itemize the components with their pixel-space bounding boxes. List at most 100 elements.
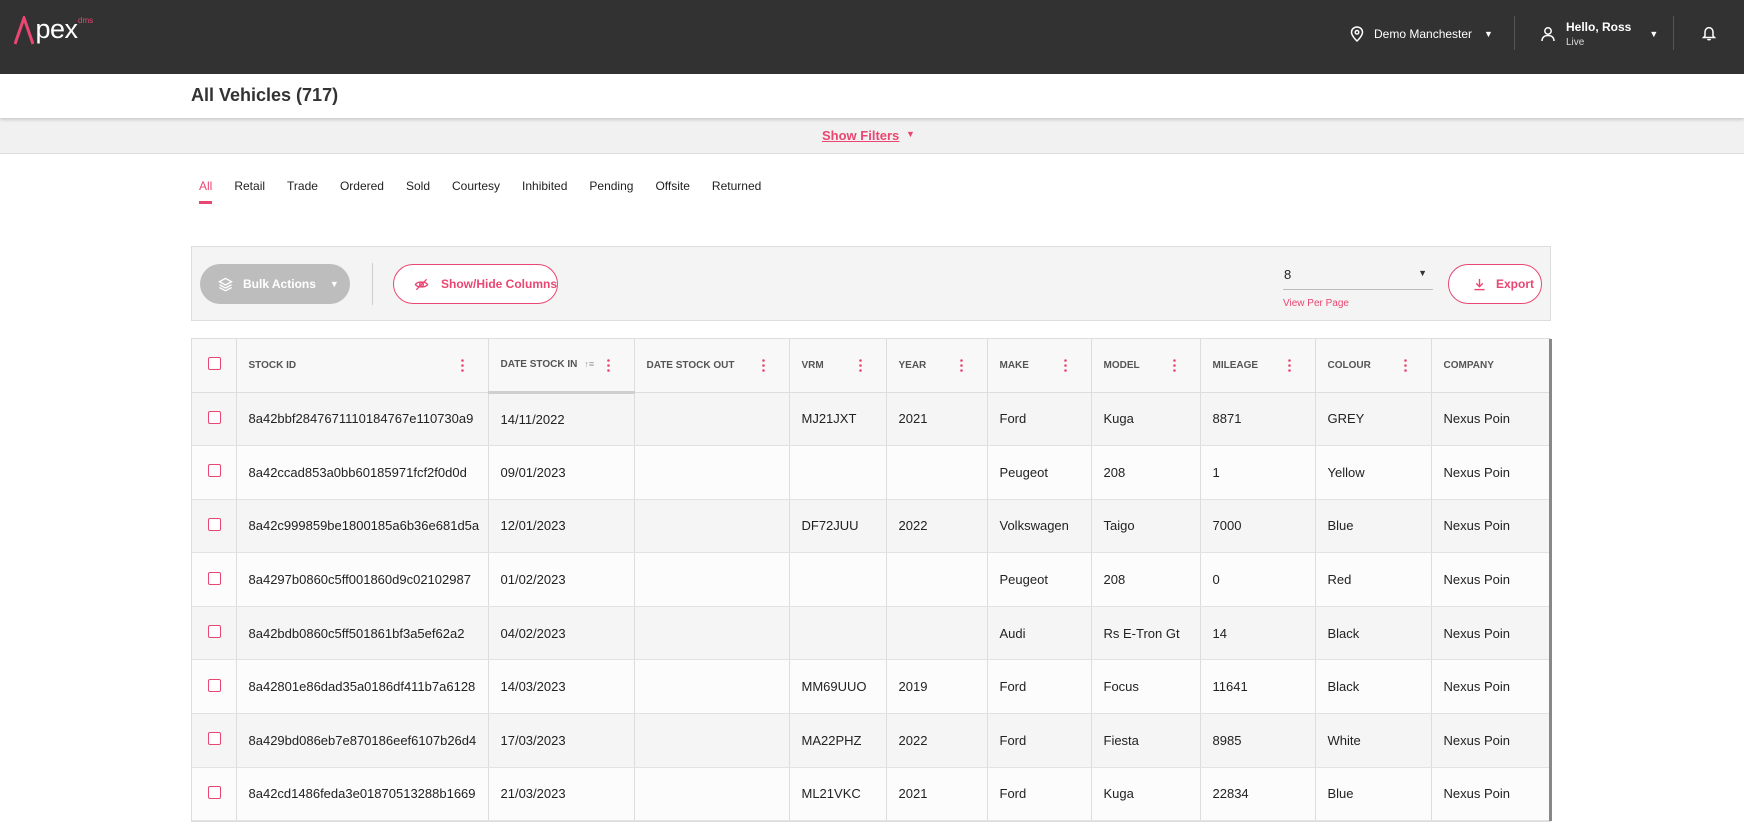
chevron-down-icon: ▼ xyxy=(329,279,339,289)
column-header-label: MAKE xyxy=(999,359,1029,371)
column-header-label: VRM xyxy=(801,359,824,371)
column-header-year[interactable]: YEAR xyxy=(886,339,988,393)
table-row[interactable]: 8a42bbf2847671110184767e110730a9 14/11/20… xyxy=(192,392,1551,447)
cell-mileage: 0 xyxy=(1200,552,1316,607)
cell-make: Peugeot xyxy=(987,552,1092,607)
row-checkbox[interactable] xyxy=(208,464,221,478)
kebab-menu-icon[interactable] xyxy=(606,359,610,372)
column-header-make[interactable]: MAKE xyxy=(987,339,1092,393)
show-filters-link[interactable]: Show Filters xyxy=(822,128,899,143)
cell-stock-id: 8a429bd086eb7e870186eef6107b26d4 xyxy=(236,713,489,768)
cell-model: 208 xyxy=(1091,552,1201,607)
row-checkbox[interactable] xyxy=(208,410,221,424)
kebab-menu-icon[interactable] xyxy=(858,359,862,372)
table-row[interactable]: 8a42c999859be1800185a6b36e681d5a 12/01/20… xyxy=(192,499,1551,554)
user-status: Live xyxy=(1566,37,1585,48)
tab-inhibited[interactable]: Inhibited xyxy=(522,179,567,204)
divider xyxy=(1514,16,1515,50)
cell-colour: Blue xyxy=(1315,767,1432,822)
select-all-checkbox[interactable] xyxy=(208,357,221,371)
cell-make: Ford xyxy=(987,767,1092,822)
column-header-stock-id[interactable]: STOCK ID xyxy=(236,339,489,393)
tab-trade[interactable]: Trade xyxy=(287,179,318,204)
column-header-company[interactable]: COMPANY xyxy=(1431,339,1551,393)
cell-date-stock-out xyxy=(634,713,790,768)
cell-mileage: 11641 xyxy=(1200,659,1316,715)
table-row[interactable]: 8a42bdb0860c5ff501861bf3a5ef62a2 04/02/20… xyxy=(192,606,1551,661)
column-header-date-stock-out[interactable]: DATE STOCK OUT xyxy=(634,339,790,393)
kebab-menu-icon[interactable] xyxy=(1172,359,1176,372)
cell-date-stock-out xyxy=(634,659,790,715)
row-checkbox[interactable] xyxy=(208,732,221,746)
export-button[interactable]: Export xyxy=(1448,264,1542,304)
cell-stock-id: 8a42bbf2847671110184767e110730a9 xyxy=(236,392,489,447)
cell-colour: Blue xyxy=(1315,499,1432,554)
column-header-label: COLOUR xyxy=(1327,359,1371,371)
row-checkbox[interactable] xyxy=(208,625,221,639)
column-header-label: MILEAGE xyxy=(1212,359,1259,371)
cell-date-stock-in: 14/11/2022 xyxy=(488,392,635,447)
tab-pending[interactable]: Pending xyxy=(589,179,633,204)
cell-mileage: 8871 xyxy=(1200,392,1316,447)
table-row[interactable]: 8a42801e86dad35a0186df411b7a6128 14/03/20… xyxy=(192,659,1551,715)
tab-retail[interactable]: Retail xyxy=(234,179,265,204)
cell-vrm xyxy=(789,552,887,607)
kebab-menu-icon[interactable] xyxy=(761,359,765,372)
table-row[interactable]: 8a429bd086eb7e870186eef6107b26d4 17/03/20… xyxy=(192,713,1551,768)
cell-mileage: 7000 xyxy=(1200,499,1316,554)
page-header: All Vehicles (717) xyxy=(0,74,1744,118)
kebab-menu-icon[interactable] xyxy=(959,359,963,372)
cell-year xyxy=(886,552,988,607)
kebab-menu-icon[interactable] xyxy=(460,359,464,372)
per-page-select[interactable]: 8 ▼ xyxy=(1283,263,1433,290)
cell-make: Audi xyxy=(987,606,1092,661)
column-header-colour[interactable]: COLOUR xyxy=(1315,339,1432,393)
sort-icon[interactable]: ↑≡ xyxy=(584,359,594,369)
table-row[interactable]: 8a42cd1486feda3e01870513288b1669 21/03/20… xyxy=(192,767,1551,822)
table-row[interactable]: 8a4297b0860c5ff001860d9c02102987 01/02/20… xyxy=(192,552,1551,607)
cell-date-stock-out xyxy=(634,552,790,607)
eye-off-icon xyxy=(414,278,429,290)
cell-company: Nexus Poin xyxy=(1431,499,1551,554)
cell-colour: Black xyxy=(1315,659,1432,715)
row-checkbox[interactable] xyxy=(208,785,221,799)
column-header-mileage[interactable]: MILEAGE xyxy=(1200,339,1316,393)
column-header-model[interactable]: MODEL xyxy=(1091,339,1201,393)
cell-mileage: 1 xyxy=(1200,445,1316,500)
kebab-menu-icon[interactable] xyxy=(1287,359,1291,372)
row-select-cell xyxy=(192,713,237,768)
user-greeting: Hello, Ross xyxy=(1566,20,1632,34)
chevron-down-icon: ▼ xyxy=(1484,29,1493,39)
table-row[interactable]: 8a42ccad853a0bb60185971fcf2f0d0d 09/01/20… xyxy=(192,445,1551,500)
show-hide-columns-button[interactable]: Show/Hide Columns xyxy=(393,264,558,304)
table-toolbar: Bulk Actions ▼ Show/Hide Columns 8 ▼ Vie… xyxy=(191,246,1551,321)
tab-courtesy[interactable]: Courtesy xyxy=(452,179,500,204)
cell-colour: GREY xyxy=(1315,392,1432,447)
table-header-row: STOCK ID DATE STOCK IN ↑≡ DATE STOCK OUT VRM… xyxy=(192,339,1551,394)
bulk-actions-button[interactable]: Bulk Actions ▼ xyxy=(200,264,350,304)
tab-offsite[interactable]: Offsite xyxy=(655,179,689,204)
row-checkbox[interactable] xyxy=(208,517,221,531)
cell-date-stock-in: 04/02/2023 xyxy=(488,606,635,661)
column-header-date-stock-in[interactable]: DATE STOCK IN ↑≡ xyxy=(488,339,635,394)
chevron-down-icon[interactable]: ▼ xyxy=(906,129,915,139)
export-label: Export xyxy=(1496,277,1535,291)
row-checkbox[interactable] xyxy=(208,678,221,692)
column-header-vrm[interactable]: VRM xyxy=(789,339,887,393)
row-select-cell xyxy=(192,499,237,554)
tab-returned[interactable]: Returned xyxy=(712,179,761,204)
tab-all[interactable]: All xyxy=(199,179,213,204)
row-checkbox[interactable] xyxy=(208,571,221,585)
cell-stock-id: 8a4297b0860c5ff001860d9c02102987 xyxy=(236,552,489,607)
kebab-menu-icon[interactable] xyxy=(1403,359,1407,372)
user-menu[interactable]: Hello, Ross Live ▼ xyxy=(1540,20,1658,48)
tab-sold[interactable]: Sold xyxy=(406,179,430,204)
column-header-label: COMPANY xyxy=(1443,359,1494,371)
cell-stock-id: 8a42c999859be1800185a6b36e681d5a xyxy=(236,499,489,554)
location-selector[interactable]: Demo Manchester ▼ xyxy=(1350,24,1493,44)
bell-icon[interactable] xyxy=(1702,25,1716,41)
cell-date-stock-out xyxy=(634,392,790,447)
cell-make: Ford xyxy=(987,659,1092,715)
tab-ordered[interactable]: Ordered xyxy=(340,179,384,204)
kebab-menu-icon[interactable] xyxy=(1063,359,1067,372)
